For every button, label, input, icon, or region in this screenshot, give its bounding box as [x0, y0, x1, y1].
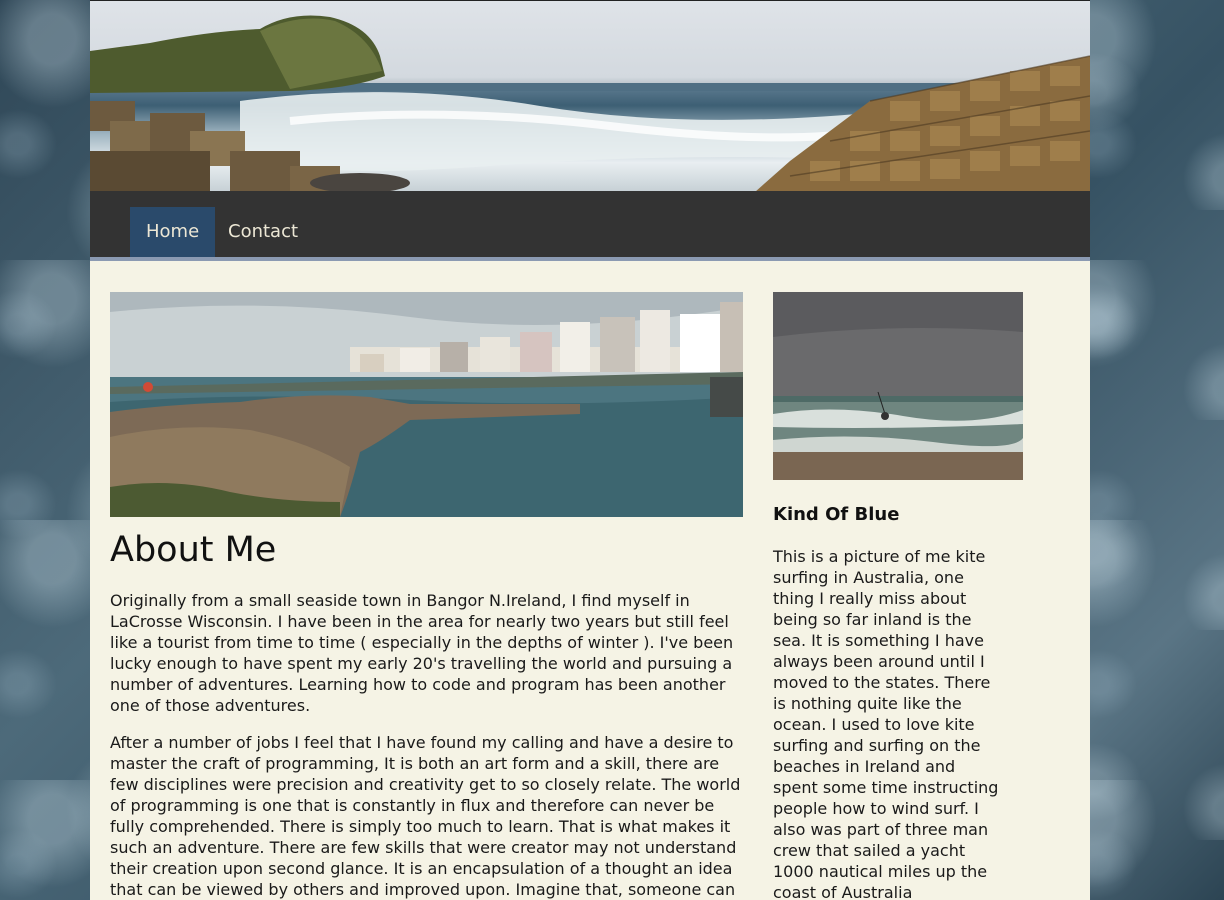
nav-item-home[interactable]: Home [130, 207, 216, 257]
header-banner-image [90, 0, 1090, 191]
page-container: Home Contact About Me Originally from a … [90, 0, 1090, 900]
sidebar-title: Kind Of Blue [773, 504, 900, 525]
main-paragraph: Originally from a small seaside town in … [110, 591, 734, 715]
harbour-photo [110, 292, 743, 517]
main-paragraph: After a number of jobs I feel that I hav… [110, 733, 741, 899]
coastline-photo [90, 15, 1090, 191]
page-title: About Me [110, 530, 277, 570]
main-navigation: Home Contact [90, 191, 1090, 261]
nav-item-contact[interactable]: Contact [212, 207, 314, 257]
sidebar-text: This is a picture of me kite surfing in … [773, 547, 999, 900]
main-content: Originally from a small seaside town in … [110, 590, 746, 900]
kite-surfing-photo [773, 292, 1023, 480]
